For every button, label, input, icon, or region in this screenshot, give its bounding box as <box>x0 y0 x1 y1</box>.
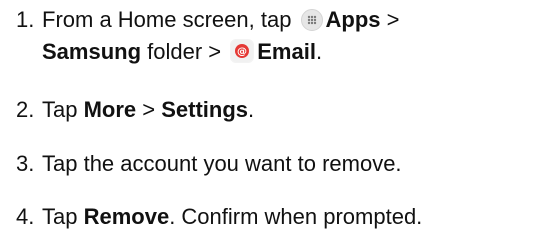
step-number: 4. <box>16 204 35 229</box>
samsung-folder-label: Samsung <box>42 39 142 64</box>
step-text: From a Home screen, tap <box>42 7 298 32</box>
step-text: . <box>248 97 255 122</box>
remove-label: Remove <box>83 204 170 229</box>
step-text: Tap <box>42 97 84 122</box>
step-text: Tap the account you want to remove. <box>42 151 402 176</box>
step-text: > <box>380 7 400 32</box>
step-body: Tap Remove. Confirm when prompted. <box>42 201 422 233</box>
apps-label: Apps <box>325 7 381 32</box>
step-number: 2. <box>16 97 35 122</box>
step-number: 3. <box>16 151 35 176</box>
settings-label: Settings <box>161 97 249 122</box>
step-text: folder > <box>141 39 228 64</box>
step-body: Tap the account you want to remove. <box>42 148 402 180</box>
email-label: Email <box>257 39 316 64</box>
step-1: 1. From a Home screen, tap Apps > Samsung … <box>16 4 400 68</box>
step-body: Tap More > Settings. <box>42 94 254 126</box>
apps-grid-icon <box>300 9 323 31</box>
svg-text:@: @ <box>237 47 247 58</box>
step-number: 1. <box>16 7 35 32</box>
step-line-2: Samsung folder > @ Email. <box>42 36 400 68</box>
email-app-icon: @ <box>230 39 255 63</box>
step-text: . <box>315 39 323 64</box>
more-label: More <box>83 97 137 122</box>
step-3: 3. Tap the account you want to remove. <box>16 148 402 180</box>
step-4: 4. Tap Remove. Confirm when prompted. <box>16 201 422 233</box>
step-text: . Confirm when prompted. <box>169 204 423 229</box>
instruction-steps: 1. From a Home screen, tap Apps > Samsung … <box>0 0 543 242</box>
step-2: 2. Tap More > Settings. <box>16 94 254 126</box>
step-text: Tap <box>42 204 84 229</box>
step-text: > <box>136 97 162 122</box>
step-body: From a Home screen, tap Apps > Samsung fo… <box>42 4 400 68</box>
